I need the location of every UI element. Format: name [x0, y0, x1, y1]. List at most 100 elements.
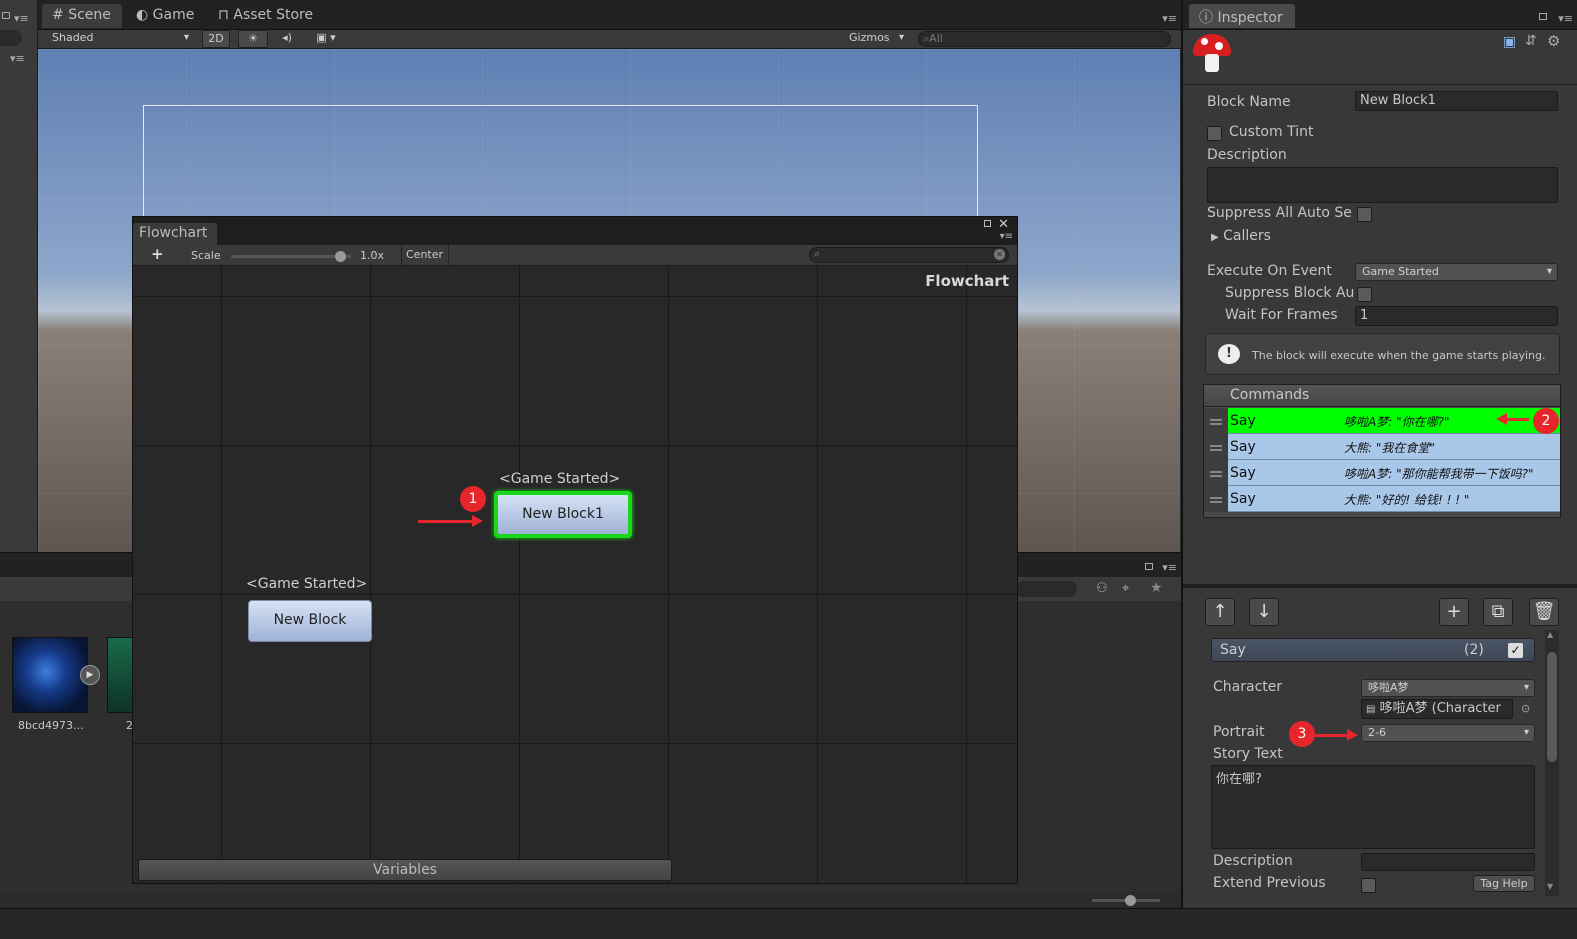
extend-previous-checkbox[interactable] [1361, 878, 1376, 893]
lighting-toggle[interactable]: ☀ [238, 30, 268, 48]
portrait-dropdown[interactable]: 2-6 [1361, 724, 1535, 742]
asset-thumbnail[interactable] [107, 637, 133, 713]
scroll-thumb[interactable] [1547, 652, 1557, 762]
move-up-button[interactable]: ↑ [1205, 598, 1235, 626]
info-icon: ⓘ [1199, 10, 1213, 26]
filter-type-icon[interactable]: ⚇ [1096, 581, 1108, 596]
menu-icon[interactable]: ▾≡ [1162, 561, 1177, 574]
annotation-marker-1: 1 [460, 486, 486, 512]
gear-icon[interactable]: ⚙ [1547, 32, 1560, 50]
menu-icon[interactable]: ▾≡ [10, 52, 25, 65]
menu-icon[interactable]: ▾≡ [1558, 12, 1573, 25]
mushroom-icon [1193, 34, 1231, 72]
scene-search-input[interactable]: ⌕All [918, 31, 1171, 47]
tab-scene[interactable]: # Scene [42, 4, 122, 28]
project-zoom-slider[interactable] [1092, 895, 1160, 906]
asset-thumbnail[interactable] [12, 637, 88, 713]
left-search-field[interactable] [0, 30, 22, 46]
splitter[interactable] [1183, 584, 1577, 588]
drag-handle-icon[interactable] [1204, 434, 1228, 460]
tag-help-button[interactable]: Tag Help [1473, 875, 1535, 892]
shading-mode-dropdown[interactable]: Shaded [46, 30, 194, 48]
menu-icon[interactable]: ▾≡ [1162, 12, 1177, 25]
move-down-button[interactable]: ↓ [1249, 598, 1279, 626]
commands-list: Commands Say 哆啦A梦: "你在哪?" Say 大熊: "我在食堂"… [1203, 384, 1561, 518]
triangle-right-icon: ▶ [1211, 232, 1219, 243]
annotation-marker-3: 3 [1289, 721, 1315, 747]
favorite-star-icon[interactable]: ★ [1150, 580, 1163, 596]
callers-foldout[interactable]: ▶ Callers [1211, 228, 1271, 244]
slider-thumb[interactable] [335, 251, 346, 262]
wait-for-frames-field[interactable]: 1 [1355, 306, 1558, 326]
execute-on-event-dropdown[interactable]: Game Started [1355, 263, 1558, 281]
say-description-field[interactable] [1361, 853, 1535, 871]
clear-search-icon[interactable]: ✕ [994, 249, 1005, 260]
custom-tint-checkbox[interactable] [1207, 126, 1222, 141]
block-new-block[interactable]: New Block [248, 600, 372, 642]
scroll-up-icon[interactable]: ▲ [1547, 630, 1553, 639]
tab-game[interactable]: ◐ Game [126, 4, 206, 28]
story-text-label: Story Text [1213, 746, 1283, 762]
suppress-all-checkbox[interactable] [1357, 207, 1372, 222]
audio-toggle[interactable]: ◂) [274, 30, 300, 48]
menu-icon[interactable]: ▾≡ [1000, 231, 1013, 242]
add-command-button[interactable]: + [1439, 598, 1469, 626]
character-dropdown[interactable]: 哆啦A梦 [1361, 679, 1535, 697]
story-text-area[interactable]: 你在哪? [1211, 765, 1535, 849]
image-icon: ▣ ▾ [316, 31, 336, 44]
duplicate-command-button[interactable]: ⧉ [1483, 598, 1513, 626]
commands-header: Commands [1204, 385, 1560, 407]
annotation-arrow-1 [418, 515, 483, 527]
gizmos-dropdown[interactable]: Gizmos [843, 30, 909, 48]
annotation-marker-2: 2 [1533, 408, 1559, 434]
add-block-button[interactable]: + [151, 245, 164, 263]
wait-for-frames-label: Wait For Frames [1225, 307, 1338, 323]
preset-icon[interactable]: ⇵ [1525, 33, 1537, 49]
lock-icon[interactable] [2, 12, 10, 19]
enabled-checkbox[interactable]: ✓ [1508, 643, 1523, 658]
lock-icon[interactable] [1145, 563, 1153, 570]
block-new-block1[interactable]: New Block1 [494, 491, 632, 538]
tab-inspector[interactable]: ⓘ Inspector [1189, 4, 1295, 28]
flowchart-canvas[interactable]: Flowchart <Game Started> New Block1 <Gam… [133, 266, 1017, 883]
inspector-scrollbar[interactable]: ▲ ▼ [1545, 630, 1559, 896]
filter-label-icon[interactable]: ⌖ [1122, 581, 1129, 596]
menu-icon[interactable]: ▾≡ [14, 12, 29, 25]
object-picker-icon[interactable]: ⊙ [1521, 702, 1530, 715]
say-description-label: Description [1213, 853, 1293, 869]
project-search-input[interactable] [1015, 581, 1077, 597]
delete-command-button[interactable]: 🗑 [1529, 598, 1559, 626]
center-button[interactable]: Center [401, 245, 449, 266]
2d-toggle[interactable]: 2D [202, 30, 230, 48]
command-row[interactable]: Say 大熊: "好的! 给钱! ! ! " [1204, 486, 1560, 512]
flowchart-search-input[interactable]: ⌕ ✕ [809, 247, 1009, 263]
block-description-field[interactable] [1207, 167, 1558, 203]
maximize-icon[interactable] [984, 220, 991, 227]
description-label: Description [1207, 147, 1287, 163]
reference-icon[interactable]: ▣ [1503, 34, 1516, 50]
file-icon: ▤ [1366, 704, 1376, 715]
variables-button[interactable]: Variables [138, 859, 672, 881]
command-row[interactable]: Say 大熊: "我在食堂" [1204, 434, 1560, 460]
close-icon[interactable]: ✕ [998, 217, 1009, 232]
pacman-icon: ◐ [136, 7, 149, 23]
block-name-field[interactable]: New Block1 [1355, 91, 1558, 111]
tab-asset-store[interactable]: ⊓ Asset Store [208, 4, 326, 28]
command-row[interactable]: Say 哆啦A梦: "那你能帮我带一下饭吗?" [1204, 460, 1560, 486]
suppress-block-checkbox[interactable] [1357, 287, 1372, 302]
drag-handle-icon[interactable] [1204, 460, 1228, 486]
block-event-label: <Game Started> [499, 471, 621, 487]
scale-slider[interactable] [231, 251, 351, 262]
portrait-label: Portrait [1213, 724, 1265, 740]
effects-toggle[interactable]: ▣ ▾ [306, 30, 346, 48]
character-object-field[interactable]: ▤ 哆啦A梦 (Character [1361, 699, 1513, 719]
lock-icon[interactable] [1539, 13, 1547, 20]
tab-flowchart[interactable]: Flowchart [133, 223, 217, 245]
sun-icon: ☀ [248, 32, 258, 45]
drag-handle-icon[interactable] [1204, 486, 1228, 512]
scroll-down-icon[interactable]: ▼ [1547, 882, 1553, 891]
slider-thumb[interactable] [1125, 895, 1136, 906]
play-icon[interactable]: ▶ [80, 665, 100, 685]
say-command-header: Say (2) ✓ [1211, 638, 1535, 662]
drag-handle-icon[interactable] [1204, 408, 1228, 434]
